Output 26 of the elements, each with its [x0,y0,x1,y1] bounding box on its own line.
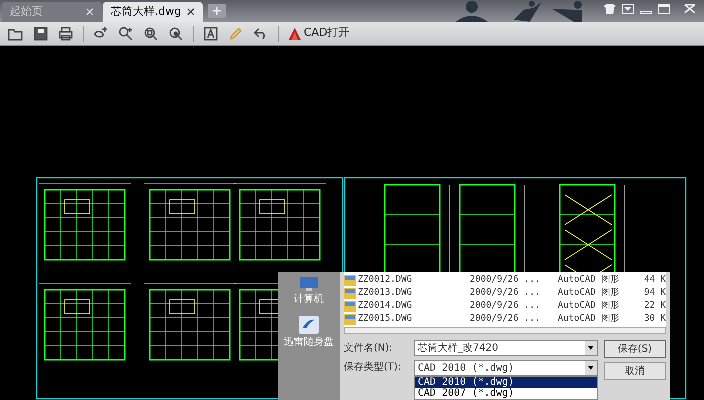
file-row[interactable]: ZZ0015.DWG 2000/9/26 ... AutoCAD 图形 30 K [344,313,666,326]
file-icon [344,275,356,286]
dropdown-option[interactable]: CAD 2007 (*.dwg) [415,388,597,399]
plus-icon [212,6,222,16]
shirt-icon[interactable] [604,4,616,14]
file-row[interactable]: ZZ0013.DWG 2000/9/26 ... AutoCAD 图形 94 K [344,287,666,300]
drive-icon [298,315,320,335]
tab[interactable]: 芯筒大样.dwg [103,2,203,22]
save-button[interactable]: 保存(S) [604,340,666,358]
cancel-button[interactable]: 取消 [604,362,666,380]
file-icon [344,301,356,312]
maximize-icon[interactable] [658,4,670,14]
close-icon[interactable] [187,8,195,16]
file-icon [344,288,356,299]
filetype-select[interactable]: CAD 2010 (*.dwg) [414,360,598,376]
logo-icon [288,26,302,40]
dropdown-option[interactable]: CAD 2010 (*.dwg) [415,377,597,388]
file-row[interactable]: ZZ0012.DWG 2000/9/26 ... AutoCAD 图形 44 K [344,274,666,287]
file-icon [344,314,356,325]
file-row[interactable]: ZZ0014.DWG 2000/9/26 ... AutoCAD 图形 22 K [344,300,666,313]
filename-field[interactable]: 芯筒大样_改7420 [414,340,598,356]
cad-open-button[interactable]: CAD打开 [286,24,352,44]
filename-label: 文件名(N): [344,342,394,356]
dropdown-icon[interactable] [622,4,634,14]
filetype-label: 保存类型(T): [344,360,402,375]
computer-icon [298,276,320,292]
